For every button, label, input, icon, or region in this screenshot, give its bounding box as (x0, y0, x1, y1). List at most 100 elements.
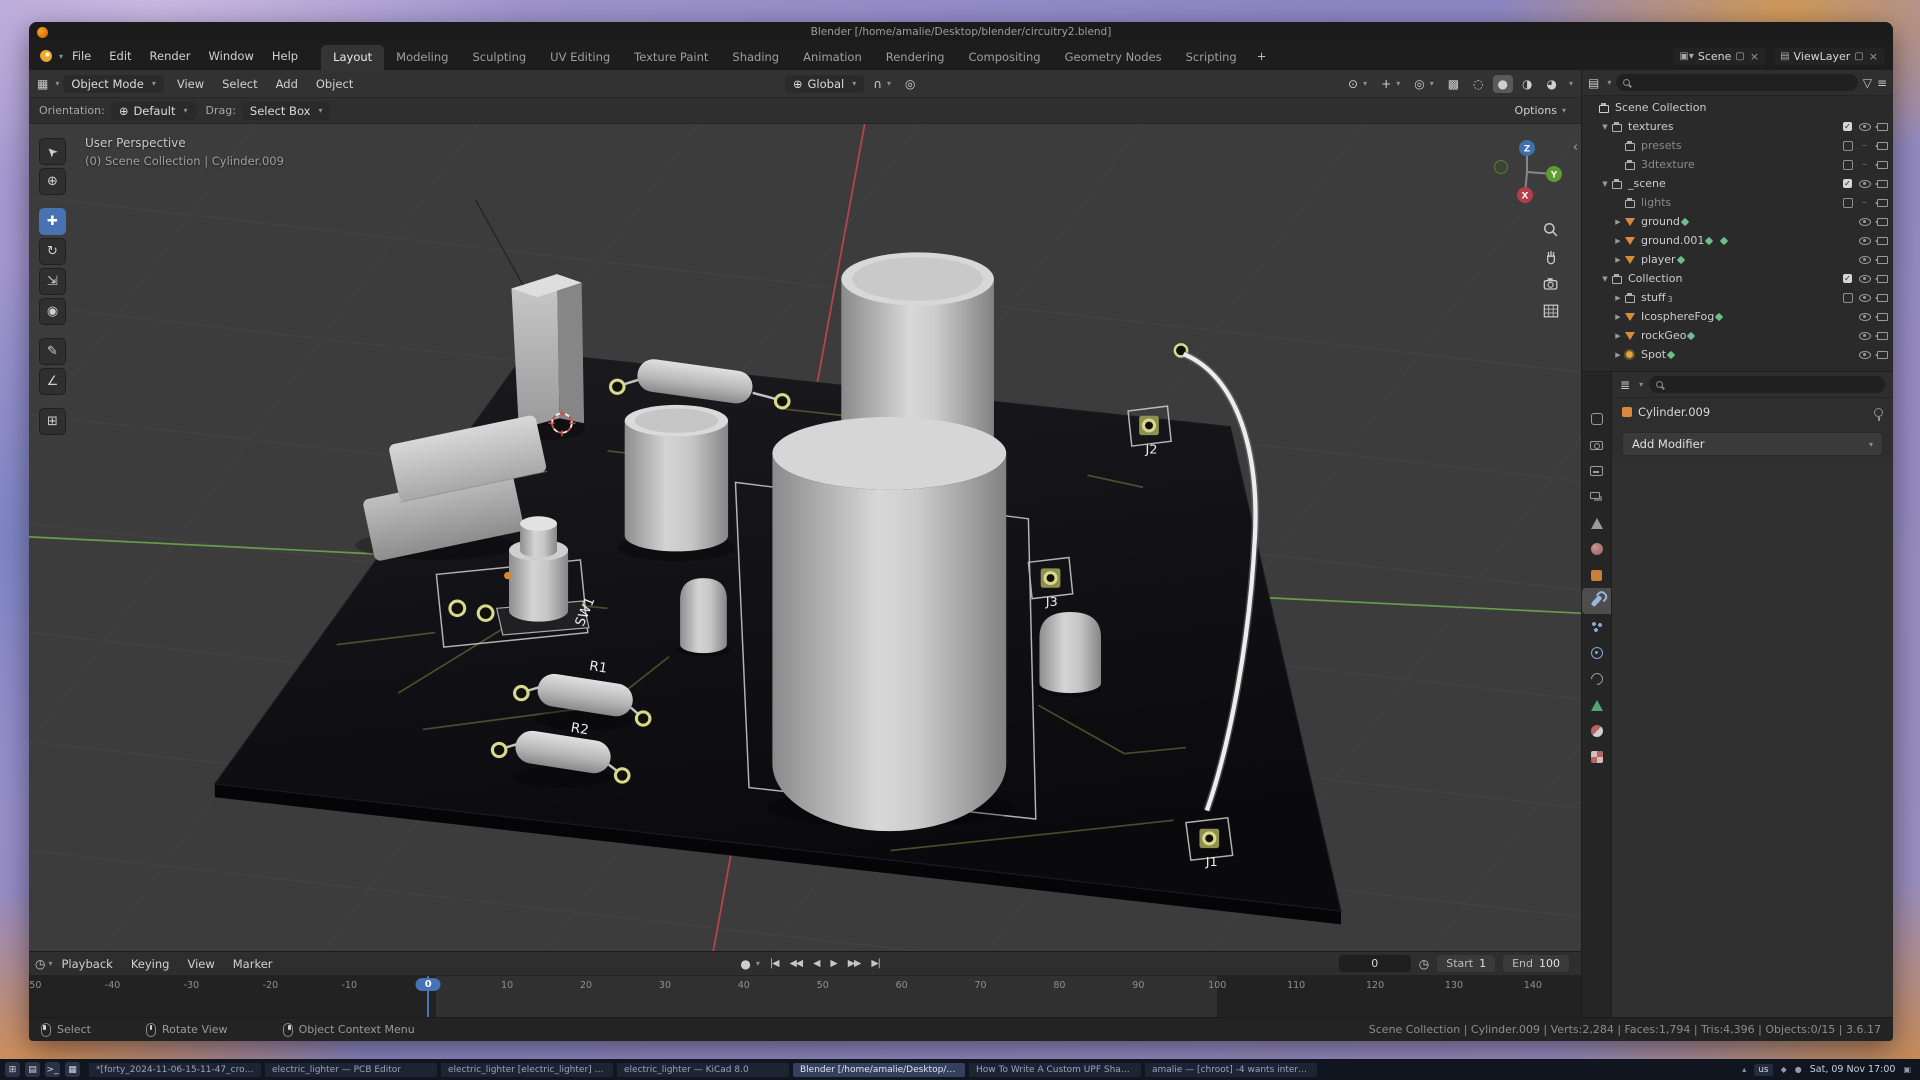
tool-scale[interactable]: ⇲ (39, 268, 66, 295)
xray-toggle[interactable]: ▩ (1443, 75, 1464, 93)
tool-tweak[interactable]: ➤ (39, 138, 66, 165)
outliner-row-lights[interactable]: lights (1582, 193, 1893, 212)
workspace-tab-shading[interactable]: Shading (720, 45, 791, 70)
current-frame-field[interactable]: 0 (1339, 955, 1411, 972)
active-object-name[interactable]: Cylinder.009 (1638, 405, 1710, 419)
tool-rotate[interactable]: ↻ (39, 238, 66, 265)
exclude-checkbox[interactable] (1840, 290, 1855, 305)
tool-move[interactable]: ✚ (39, 208, 66, 235)
workspace-tab-animation[interactable]: Animation (791, 45, 874, 70)
scene-browse-icon[interactable]: ▣▾ (1679, 51, 1693, 62)
scene-selector[interactable]: ▣▾ Scene ▢ × (1673, 48, 1766, 65)
tool-annotate[interactable]: ✎ (39, 338, 66, 365)
next-keyframe-button[interactable]: ▶▶ (843, 957, 866, 970)
outliner-row--scene[interactable]: ▼_scene (1582, 174, 1893, 193)
exclude-checkbox[interactable] (1840, 195, 1855, 210)
add-workspace-button[interactable]: + (1249, 44, 1275, 69)
prev-keyframe-button[interactable]: ◀◀ (784, 957, 807, 970)
tool-cursor[interactable]: ⊕ (39, 168, 66, 195)
disable-render-toggle[interactable] (1874, 233, 1889, 248)
zoom-tool-icon[interactable] (1541, 220, 1561, 240)
properties-tab-data[interactable] (1582, 692, 1611, 718)
blender-logo-icon[interactable] (37, 50, 54, 63)
timeline-editor-icon[interactable]: ◷ (35, 957, 45, 971)
taskbar-window[interactable]: electric_lighter — KiCad 8.0 (617, 1063, 789, 1077)
component-box[interactable] (511, 274, 584, 429)
dash-icon[interactable] (1857, 157, 1872, 172)
disable-render-toggle[interactable] (1874, 157, 1889, 172)
unlink-scene-icon[interactable]: × (1749, 50, 1760, 63)
viewlayer-name[interactable]: ViewLayer (1794, 50, 1851, 63)
shading-rendered-button[interactable]: ◕ (1542, 75, 1562, 93)
viewlayer-selector[interactable]: ▤ ViewLayer ▢ × (1774, 48, 1885, 65)
viewport-menu-select[interactable]: Select (213, 74, 266, 94)
dash-icon[interactable] (1857, 138, 1872, 153)
file-manager-icon[interactable]: ▤ (25, 1062, 40, 1077)
properties-editor-icon[interactable]: ≣ (1620, 378, 1630, 392)
outliner-row-stuff[interactable]: ▶stuff3 (1582, 288, 1893, 307)
tool-add-cube[interactable]: ⊞ (39, 408, 66, 435)
exclude-checkbox[interactable] (1840, 157, 1855, 172)
outliner-row-textures[interactable]: ▼textures (1582, 117, 1893, 136)
expand-caret[interactable]: ▶ (1612, 351, 1624, 359)
component-capacitor[interactable] (625, 405, 728, 552)
ortho-grid-icon[interactable] (1541, 301, 1561, 321)
disable-render-toggle[interactable] (1874, 176, 1889, 191)
filter-funnel-icon[interactable]: ▽ (1863, 76, 1872, 90)
outliner-row-spot[interactable]: ▶Spot (1582, 345, 1893, 364)
new-scene-icon[interactable]: ▢ (1735, 51, 1744, 62)
play-button[interactable]: ▶ (825, 957, 841, 970)
disable-render-toggle[interactable] (1874, 347, 1889, 362)
workspace-tab-modeling[interactable]: Modeling (384, 45, 460, 70)
workspace-tab-rendering[interactable]: Rendering (874, 45, 957, 70)
pan-hand-icon[interactable] (1541, 247, 1561, 267)
taskbar-window[interactable]: amalie — [chroot] -4 wants internet-clou… (1145, 1063, 1317, 1077)
volume-icon[interactable]: ◆ (1781, 1065, 1787, 1074)
expand-caret[interactable]: ▶ (1612, 294, 1624, 302)
dash-icon[interactable] (1857, 195, 1872, 210)
mode-dropdown[interactable]: Object Mode ▾ (63, 75, 163, 93)
disable-render-toggle[interactable] (1874, 252, 1889, 267)
disable-render-toggle[interactable] (1874, 271, 1889, 286)
hide-viewport-toggle[interactable] (1857, 290, 1872, 305)
taskbar-window[interactable]: *[forty_2024-11-06-15-11-47_crop] (expor… (89, 1063, 261, 1077)
expand-caret[interactable]: ▶ (1612, 237, 1624, 245)
remove-viewlayer-icon[interactable]: × (1868, 50, 1879, 63)
taskbar-window[interactable]: electric_lighter — PCB Editor (265, 1063, 437, 1077)
properties-tab-modifiers[interactable] (1582, 588, 1611, 614)
new-viewlayer-icon[interactable]: ▢ (1854, 51, 1863, 62)
properties-search-input[interactable] (1649, 376, 1885, 393)
hide-viewport-toggle[interactable] (1857, 176, 1872, 191)
play-reverse-button[interactable]: ◀ (808, 957, 824, 970)
viewport-menu-view[interactable]: View (168, 74, 213, 94)
gizmos-dropdown[interactable]: +▾ (1376, 75, 1405, 93)
outliner-search-input[interactable] (1616, 74, 1857, 91)
properties-tab-physics[interactable] (1582, 640, 1611, 666)
timeline-menu-keying[interactable]: Keying (122, 954, 179, 974)
properties-tab-object[interactable] (1582, 562, 1611, 588)
disable-render-toggle[interactable] (1874, 290, 1889, 305)
proportional-editing-toggle[interactable]: ◎ (900, 75, 920, 93)
navigation-gizmo[interactable]: Z Y X (1485, 132, 1569, 216)
properties-tab-scene[interactable] (1582, 510, 1611, 536)
properties-tab-render[interactable] (1582, 432, 1611, 458)
disable-render-toggle[interactable] (1874, 328, 1889, 343)
expand-caret[interactable]: ▼ (1599, 180, 1611, 188)
disable-render-toggle[interactable] (1874, 214, 1889, 229)
outliner-row-scene-collection[interactable]: Scene Collection (1582, 98, 1893, 117)
overlays-dropdown[interactable]: ◎▾ (1409, 75, 1439, 93)
workspace-tab-texture-paint[interactable]: Texture Paint (622, 45, 720, 70)
workspace-tab-compositing[interactable]: Compositing (956, 45, 1052, 70)
shading-material-button[interactable]: ◑ (1517, 75, 1537, 93)
expand-caret[interactable]: ▶ (1612, 313, 1624, 321)
outliner-row-collection[interactable]: ▼Collection (1582, 269, 1893, 288)
workspace-tab-geometry-nodes[interactable]: Geometry Nodes (1053, 45, 1174, 70)
viewport-menu-add[interactable]: Add (267, 74, 307, 94)
hide-viewport-toggle[interactable] (1857, 347, 1872, 362)
menubar-item-help[interactable]: Help (263, 46, 307, 66)
expand-caret[interactable]: ▼ (1599, 123, 1611, 131)
menubar-item-window[interactable]: Window (200, 46, 263, 66)
transform-orientation-dropdown[interactable]: ⊕ Global ▾ (785, 75, 864, 93)
expand-caret[interactable]: ▶ (1612, 332, 1624, 340)
status-dot-icon[interactable]: ● (1795, 1065, 1802, 1074)
